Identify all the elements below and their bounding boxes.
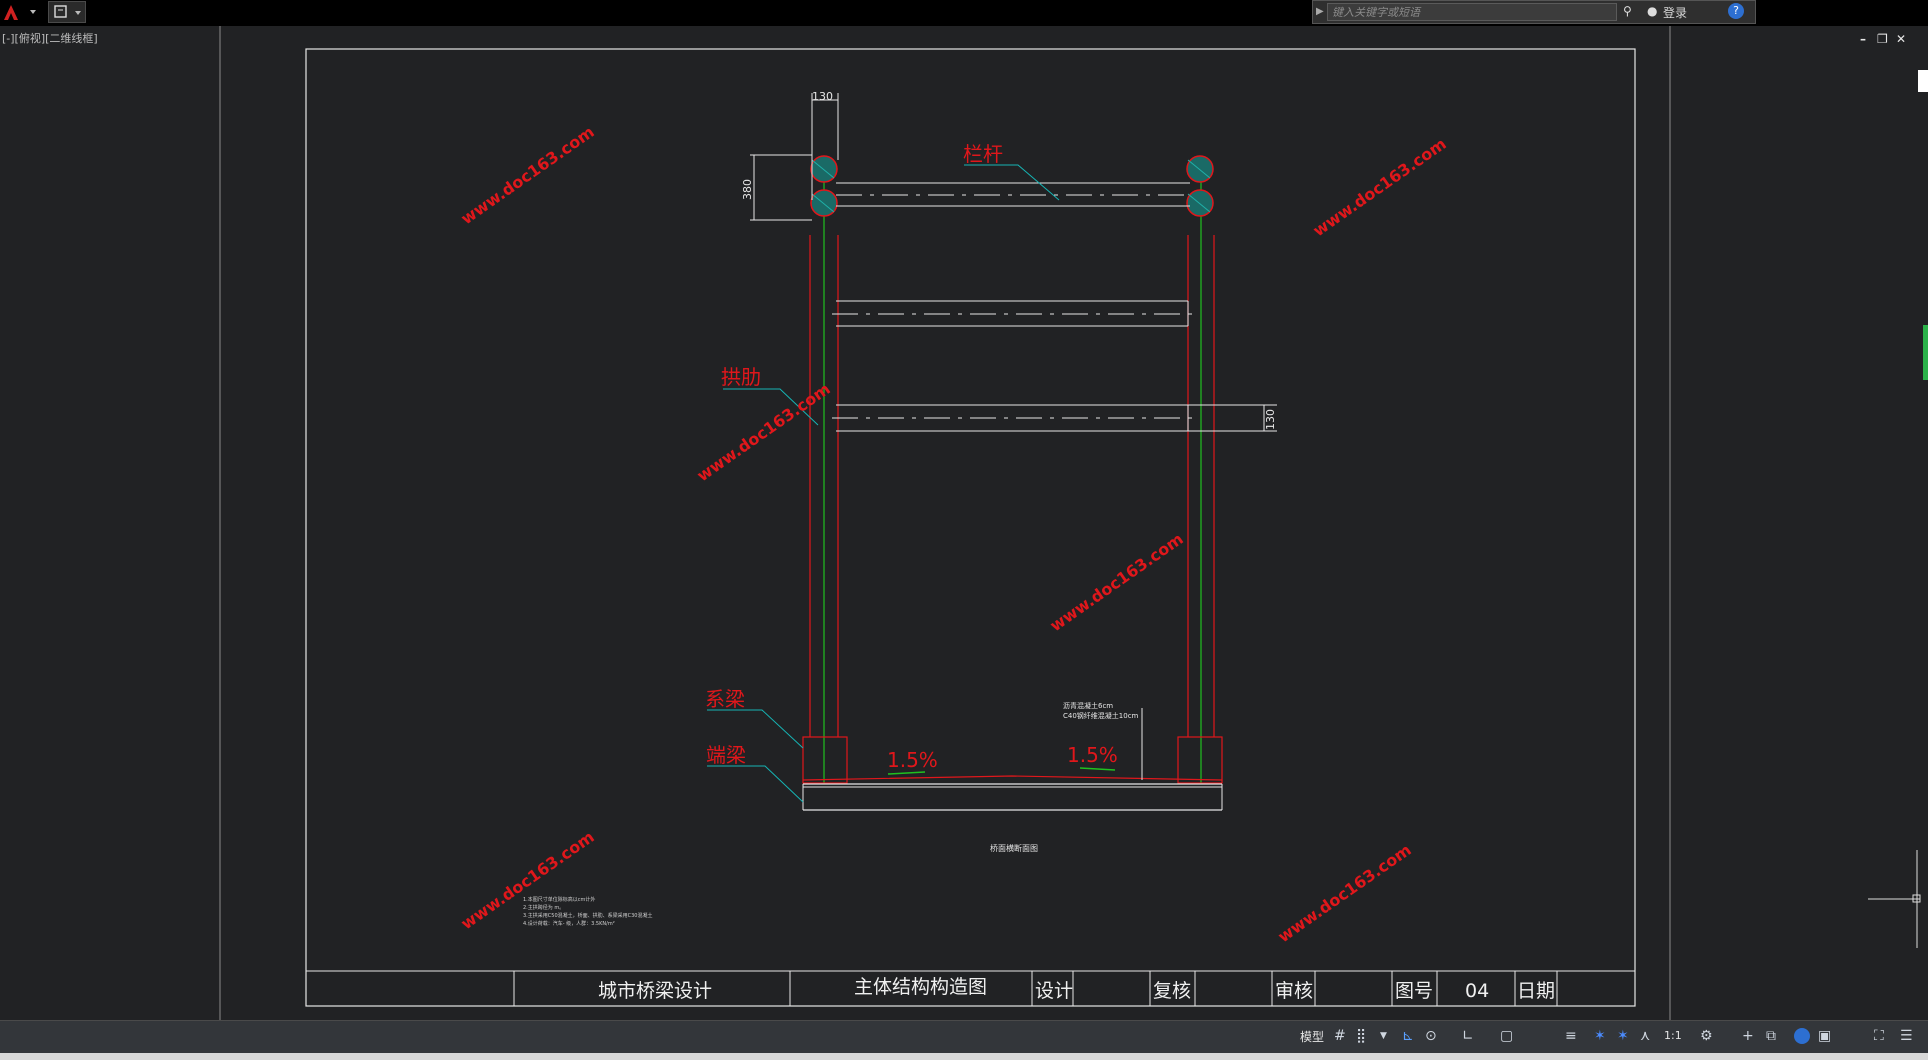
slope-right-label: 1.5% — [1067, 743, 1118, 767]
title-review-label: 审核 — [1275, 980, 1313, 1002]
watermarks: www.doc163.com www.doc163.com www.doc163… — [457, 122, 1449, 946]
title-date-label: 日期 — [1517, 980, 1555, 1002]
units-icon[interactable]: ⧉ — [1766, 1028, 1776, 1044]
note-line-2: 2.主拱跨径为 m。 — [523, 904, 564, 911]
watermark-text: www.doc163.com — [457, 122, 597, 228]
isolate-objects-icon[interactable] — [1794, 1028, 1810, 1044]
save-icon — [54, 5, 81, 18]
left-column — [809, 155, 839, 783]
annotation-scale-icon[interactable]: ⋏ — [1640, 1028, 1650, 1044]
customize-menu-icon[interactable]: ☰ — [1900, 1028, 1913, 1044]
clean-screen-icon[interactable]: ⛶ — [1874, 1028, 1884, 1044]
grid-icon[interactable]: # — [1334, 1028, 1346, 1044]
bottom-strip — [0, 1053, 1928, 1060]
drawing-canvas[interactable]: [-][俯视][二维线框] – ❐ ✕ 130 380 130 栏杆 拱肋 系梁… — [0, 26, 1928, 1020]
right-column — [1186, 155, 1215, 783]
title-drawing-no: 04 — [1465, 980, 1489, 1002]
binoculars-icon[interactable]: ⚲ — [1623, 4, 1632, 18]
dimension-top-label: 130 — [812, 90, 833, 103]
note-line-3: 3.主拱采用C50混凝土，桥面、拱肋、系梁采用C30混凝土 — [523, 912, 652, 919]
snap-mode-icon[interactable]: ⣿ — [1356, 1028, 1366, 1044]
leader-lines — [707, 164, 1060, 803]
polar-tracking-icon[interactable]: ⊙ — [1425, 1028, 1437, 1044]
drawing-svg: 130 380 130 栏杆 拱肋 系梁 端梁 1.5% 1.5% 沥青混凝土6… — [219, 26, 1928, 1020]
title-drawing-name: 主体结构构造图 — [854, 976, 987, 998]
annotation-visibility-icon[interactable]: ✶ — [1594, 1028, 1606, 1044]
note-line-1: 1.本图尺寸单位除标高以cm计外 — [523, 896, 595, 903]
infer-constraints-icon[interactable]: ⊾ — [1402, 1028, 1414, 1044]
watermark-text: www.doc163.com — [1309, 134, 1449, 240]
application-menu-button[interactable] — [0, 1, 40, 23]
chevron-down-icon[interactable]: ▼ — [1380, 1031, 1387, 1041]
cross-beams — [832, 182, 1275, 432]
section-caption: 桥面横断面图 — [990, 843, 1038, 853]
dimension-left-label: 380 — [741, 179, 754, 200]
status-bar: 模型 # ⣿ ▼ ⊾ ⊙ ∟ ▢ ≡ ✶ ✶ ⋏ 1:1 ⚙ + ⧉ ▣ ⛶ ☰ — [0, 1020, 1928, 1054]
object-snap-icon[interactable]: ▢ — [1500, 1028, 1513, 1044]
bridge-deck — [802, 708, 1223, 811]
watermark-text: www.doc163.com — [1046, 529, 1186, 635]
user-icon: ● — [1647, 4, 1658, 18]
pavement-note-2: C40钢纤维混凝土10cm — [1063, 711, 1139, 720]
model-tab-button[interactable]: 模型 — [1300, 1028, 1324, 1045]
workspace-gear-icon[interactable]: ⚙ — [1700, 1028, 1713, 1044]
ortho-mode-icon[interactable]: ∟ — [1462, 1028, 1474, 1044]
login-button[interactable]: 登录 — [1663, 4, 1687, 21]
help-icon[interactable]: ? — [1728, 3, 1744, 19]
tie-beam-label: 系梁 — [705, 687, 745, 711]
search-input[interactable] — [1327, 3, 1617, 21]
quick-access-save-button[interactable] — [48, 1, 86, 23]
note-line-4: 4.设计荷载：汽车- 级，人群：3.5KN/m² — [523, 920, 615, 927]
title-check-label: 复核 — [1153, 980, 1191, 1002]
arch-rib-label: 拱肋 — [721, 365, 761, 389]
annotation-scale-value[interactable]: 1:1 — [1664, 1029, 1682, 1042]
dimension-right-label: 130 — [1264, 409, 1277, 430]
hardware-acceleration-icon[interactable]: ▣ — [1818, 1028, 1831, 1044]
slope-left-label: 1.5% — [887, 748, 938, 772]
search-expand-icon[interactable]: ▶ — [1316, 6, 1324, 17]
end-beam-label: 端梁 — [706, 743, 746, 767]
title-design-label: 设计 — [1035, 980, 1073, 1002]
title-drawing-no-label: 图号 — [1395, 980, 1433, 1002]
search-toolbar: ▶ ⚲ ● 登录 ? — [1312, 0, 1756, 24]
pavement-note-1: 沥青混凝土6cm — [1063, 701, 1113, 710]
watermark-text: www.doc163.com — [693, 379, 833, 485]
lineweight-icon[interactable]: ≡ — [1565, 1028, 1577, 1044]
autocad-logo-icon — [4, 5, 36, 20]
dimension-lines — [750, 93, 1277, 432]
application-title-bar: ▶ ⚲ ● 登录 ? — [0, 0, 1928, 26]
plus-icon[interactable]: + — [1742, 1028, 1754, 1044]
watermark-text: www.doc163.com — [1274, 840, 1414, 946]
handrail-label: 栏杆 — [963, 142, 1003, 166]
title-project: 城市桥梁设计 — [598, 980, 712, 1002]
annotation-autoscale-icon[interactable]: ✶ — [1617, 1028, 1629, 1044]
